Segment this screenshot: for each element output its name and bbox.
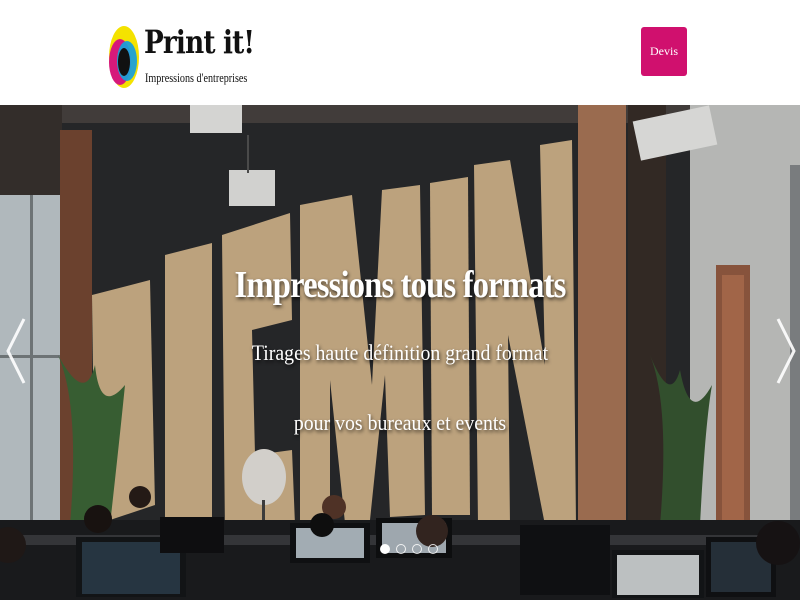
carousel-indicators xyxy=(380,544,438,554)
hero-title: Impressions tous formats xyxy=(234,264,567,306)
hero-subtitle-line-1: Tirages haute définition grand format xyxy=(251,340,549,365)
site-header: Print it! Impressions d'entreprises Devi… xyxy=(0,0,800,105)
chevron-left-icon xyxy=(6,318,26,384)
logo[interactable]: Print it! Impressions d'entreprises xyxy=(108,22,255,92)
carousel-indicator[interactable] xyxy=(380,544,390,554)
carousel-indicator[interactable] xyxy=(428,544,438,554)
devis-button[interactable]: Devis xyxy=(641,27,687,76)
carousel-next-button[interactable] xyxy=(770,315,800,387)
logo-icon xyxy=(109,26,139,88)
hero-carousel: Impressions tous formats Tirages haute d… xyxy=(0,105,800,600)
carousel-indicator[interactable] xyxy=(412,544,422,554)
carousel-indicator[interactable] xyxy=(396,544,406,554)
chevron-right-icon xyxy=(776,318,796,384)
hero-subtitle-line-2: pour vos bureaux et events xyxy=(293,410,507,435)
carousel-prev-button[interactable] xyxy=(2,315,32,387)
logo-subtitle: Impressions d'entreprises xyxy=(145,70,248,85)
logo-title: Print it! xyxy=(144,23,255,61)
